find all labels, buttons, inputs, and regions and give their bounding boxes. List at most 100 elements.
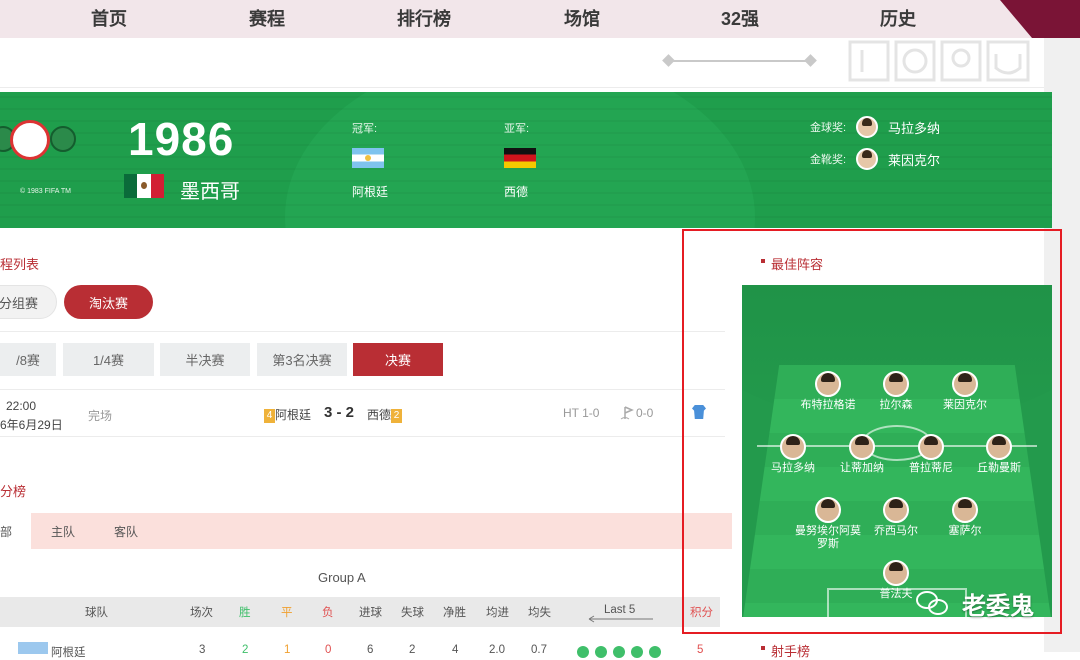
col-avg-for: 均进 [486, 607, 509, 619]
row-goal-diff: 4 [452, 644, 459, 656]
title-bullet [761, 646, 765, 650]
nav-schedule[interactable]: 赛程 [249, 5, 285, 31]
player-avatar [856, 148, 878, 170]
player-avatar [856, 116, 878, 138]
player-name: 曼努埃尔阿莫罗斯 [795, 525, 861, 550]
corners-count: 0-0 [636, 406, 654, 420]
row-won: 2 [242, 644, 249, 656]
mexico-flag-icon [124, 174, 164, 198]
decor-diamond [804, 54, 817, 67]
form-dot [595, 646, 607, 658]
tab-away[interactable]: 客队 [114, 513, 138, 549]
golden-ball-label: 金球奖: [810, 122, 847, 134]
away-badge: 2 [391, 408, 403, 423]
nav-top32[interactable]: 32强 [721, 5, 759, 31]
player-card[interactable]: 丘勒曼斯 [964, 434, 1034, 475]
logo-copyright: © 1983 FIFA TM [20, 188, 71, 195]
player-card[interactable]: 塞萨尔 [930, 497, 1000, 538]
form-dot [649, 646, 661, 658]
germany-flag-icon [504, 148, 536, 168]
player-name: 乔西马尔 [874, 525, 918, 537]
nav-history[interactable]: 历史 [880, 5, 916, 31]
champion-label: 冠军: [352, 123, 378, 135]
corner-flag-icon [620, 406, 634, 420]
col-goal-diff: 净胜 [443, 607, 466, 619]
tab-semi-final[interactable]: 半决赛 [160, 343, 250, 376]
player-photo [815, 497, 841, 523]
tab-home[interactable]: 主队 [51, 513, 75, 549]
form-dot [577, 646, 589, 658]
col-lost: 负 [322, 607, 334, 619]
away-team[interactable]: 西德 2 [367, 406, 403, 423]
tab-final[interactable]: 决赛 [353, 343, 443, 376]
home-team-name: 阿根廷 [275, 408, 312, 422]
away-team-name: 西德 [367, 408, 392, 422]
row-avg-for: 2.0 [489, 644, 505, 656]
team-flag-icon [18, 642, 48, 654]
tournament-logo [0, 118, 76, 168]
player-photo [780, 434, 806, 460]
champion-name[interactable]: 阿根廷 [352, 183, 388, 200]
player-name: 布特拉格诺 [800, 399, 856, 411]
host-country: 墨西哥 [180, 181, 240, 203]
col-team: 球队 [85, 607, 108, 619]
player-name: 拉尔森 [879, 399, 913, 411]
watermark-text: 老委鬼 [962, 593, 1034, 620]
sports-icons [848, 40, 1030, 82]
player-card[interactable]: 马拉多纳 [758, 434, 828, 475]
match-status: 完场 [88, 409, 113, 423]
player-photo [849, 434, 875, 460]
divider [0, 331, 725, 332]
golden-ball-winner[interactable]: 马拉多纳 [888, 118, 940, 137]
player-card[interactable]: 曼努埃尔阿莫罗斯 [793, 497, 863, 551]
golden-ball-row: 金球奖: 马拉多纳 [810, 116, 940, 138]
row-goals-against: 2 [409, 644, 416, 656]
match-score[interactable]: 3 - 2 [324, 404, 354, 421]
player-name: 让蒂加纳 [840, 462, 884, 474]
nav-home[interactable]: 首页 [91, 5, 127, 31]
best-lineup-title: 最佳阵容 [771, 257, 824, 272]
argentina-flag-icon [352, 148, 384, 168]
player-card[interactable]: 普拉蒂尼 [896, 434, 966, 475]
player-card[interactable]: 乔西马尔 [861, 497, 931, 538]
tab-third-place[interactable]: 第3名决赛 [257, 343, 347, 376]
tab-round-of-16[interactable]: /8赛 [0, 343, 56, 376]
player-card[interactable]: 拉尔森 [861, 371, 931, 412]
col-goals-against: 失球 [401, 607, 424, 619]
arrow-left-icon [588, 615, 653, 623]
tab-group-stage[interactable]: 分组赛 [0, 285, 57, 319]
form-dot [613, 646, 625, 658]
tab-quarter-final[interactable]: 1/4赛 [63, 343, 154, 376]
half-time-score: HT 1-0 [563, 406, 600, 420]
player-name: 马拉多纳 [771, 462, 815, 474]
player-photo [883, 371, 909, 397]
player-photo [952, 497, 978, 523]
home-team[interactable]: 4 阿根廷 [264, 406, 311, 423]
player-card[interactable]: 布特拉格诺 [793, 371, 863, 412]
player-name: 丘勒曼斯 [977, 462, 1021, 474]
player-photo [883, 560, 909, 586]
runner-up-name[interactable]: 西德 [504, 183, 528, 200]
player-card[interactable]: 莱因克尔 [930, 371, 1000, 412]
player-card[interactable]: 让蒂加纳 [827, 434, 897, 475]
row-team[interactable]: 阿根廷 [51, 644, 86, 660]
tab-all[interactable]: 部 [0, 513, 31, 549]
row-lost: 0 [325, 644, 332, 656]
standings-tabs: 部 主队 客队 [0, 513, 732, 549]
golden-boot-row: 金靴奖: 莱因克尔 [810, 148, 940, 170]
row-played: 3 [199, 644, 206, 656]
tab-knockout[interactable]: 淘汰赛 [64, 285, 153, 319]
col-avg-against: 均失 [528, 607, 551, 619]
col-played: 场次 [190, 607, 213, 619]
golden-boot-winner[interactable]: 莱因克尔 [888, 150, 940, 169]
match-date: 6年6月29日 [0, 418, 63, 432]
col-drawn: 平 [281, 607, 293, 619]
nav-venues[interactable]: 场馆 [564, 5, 600, 31]
row-drawn: 1 [284, 644, 291, 656]
nav-rankings[interactable]: 排行榜 [397, 5, 451, 31]
player-photo [918, 434, 944, 460]
corner-decoration [1000, 0, 1080, 38]
watermark: 老委鬼 [916, 586, 1034, 621]
divider [0, 389, 725, 390]
standings-title: 分榜 [0, 484, 27, 499]
